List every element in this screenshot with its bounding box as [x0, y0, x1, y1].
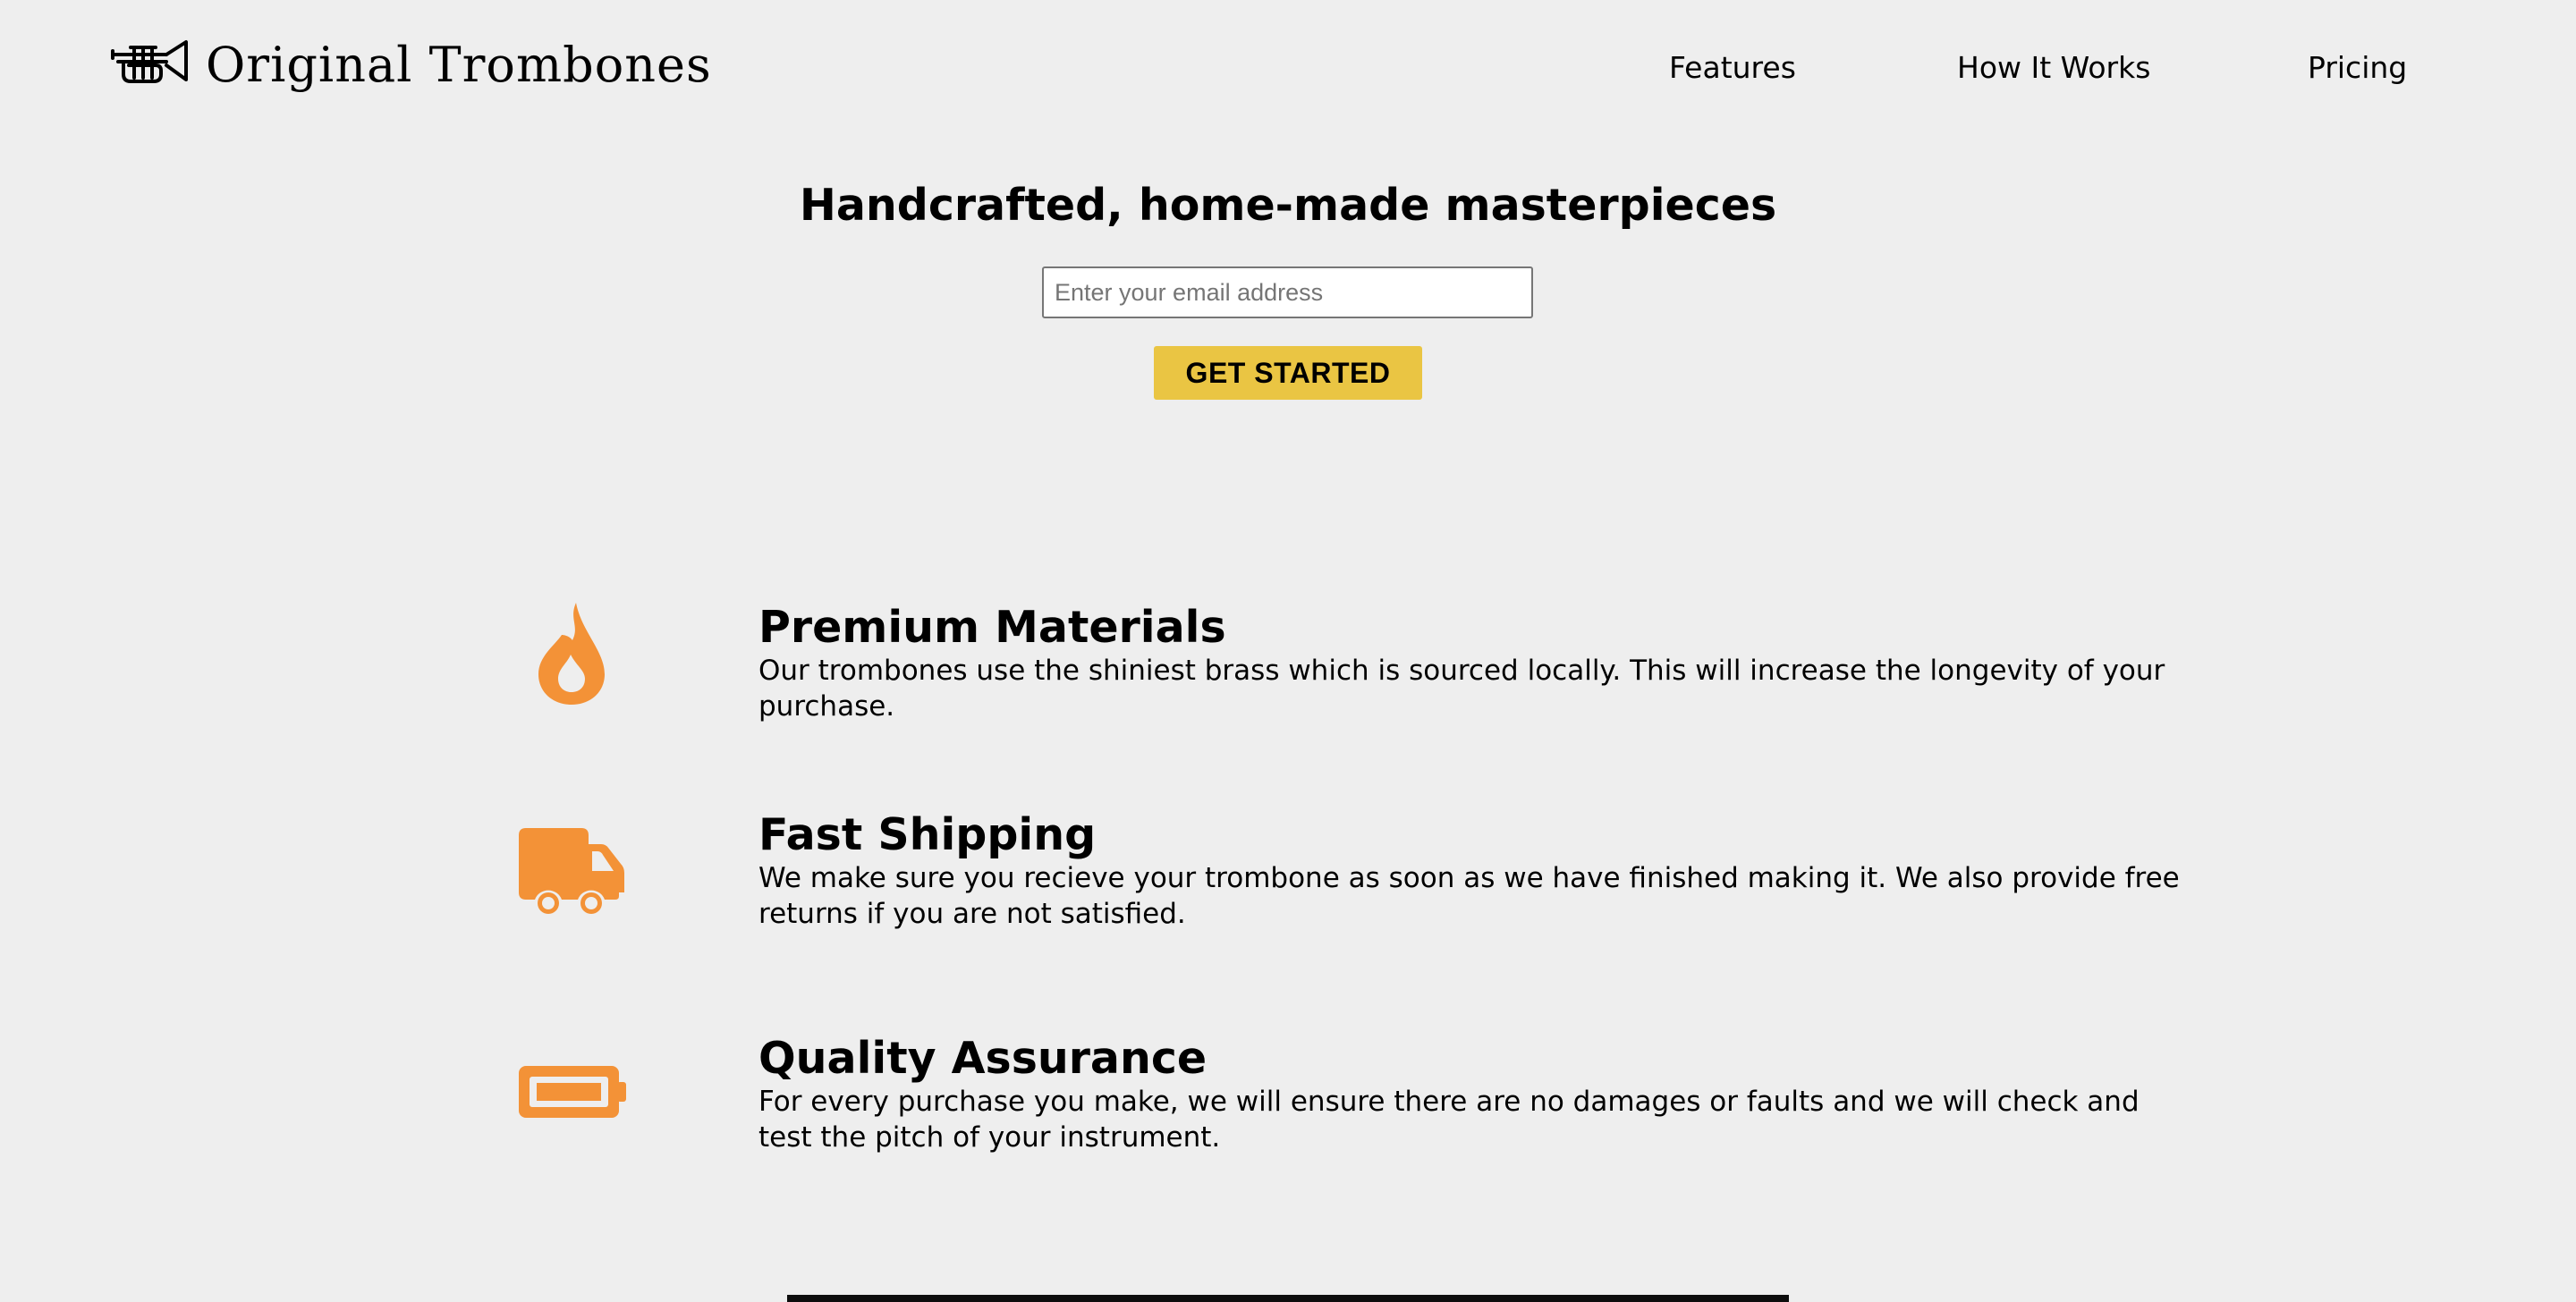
get-started-button[interactable]: GET STARTED — [1154, 346, 1422, 400]
truck-icon — [519, 828, 624, 914]
nav-link-how-it-works[interactable]: How It Works — [1957, 46, 2150, 89]
video-player[interactable] — [787, 1295, 1789, 1302]
feature-title: Quality Assurance — [758, 1033, 1208, 1084]
battery-full-icon — [519, 1066, 626, 1118]
fire-icon — [538, 603, 605, 705]
site-header: Original Trombones Features How It Works… — [0, 0, 2576, 134]
nav-link-pricing[interactable]: Pricing — [2308, 46, 2407, 89]
feature-text: Fast Shipping We make sure you recieve y… — [758, 810, 2190, 932]
feature-text: Premium Materials Our trombones use the … — [758, 603, 2190, 724]
nav-link-features[interactable]: Features — [1669, 46, 1796, 89]
main-nav: Features How It Works Pricing — [0, 46, 2576, 91]
feature-description: Our trombones use the shiniest brass whi… — [758, 655, 2165, 723]
hero-title: Handcrafted, home-made masterpieces — [799, 180, 1777, 231]
email-input[interactable] — [1042, 266, 1533, 318]
feature-title: Premium Materials — [758, 602, 1226, 653]
feature-text: Quality Assurance For every purchase you… — [758, 1034, 2190, 1155]
feature-description: We make sure you recieve your trombone a… — [758, 862, 2180, 930]
feature-title: Fast Shipping — [758, 809, 1097, 860]
feature-description: For every purchase you make, we will ens… — [758, 1086, 2140, 1154]
